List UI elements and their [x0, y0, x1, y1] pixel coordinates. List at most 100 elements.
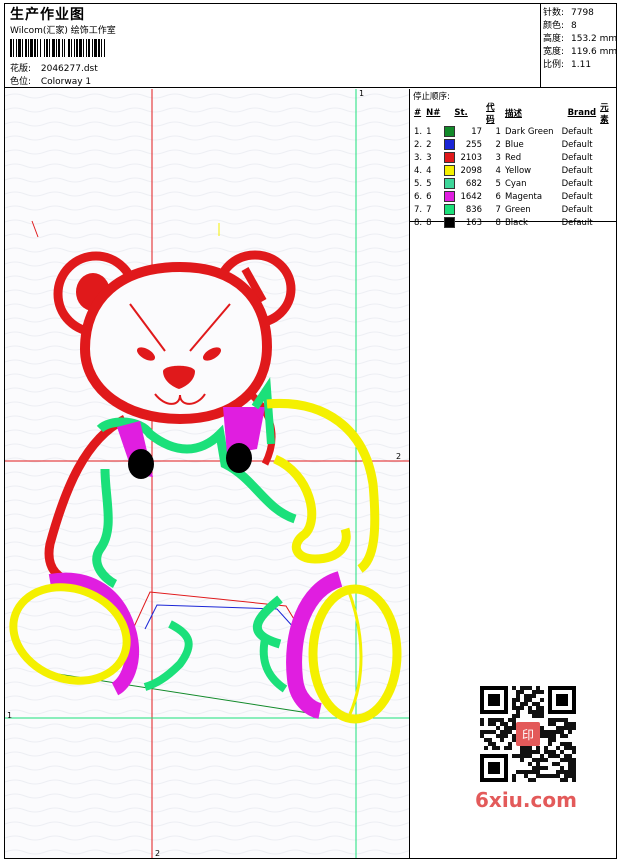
- qr-module: [524, 698, 528, 702]
- qr-module: [540, 706, 544, 710]
- qr-module: [484, 730, 488, 734]
- colorway-row: 色位: Colorway 1: [10, 74, 91, 87]
- barcode-bar: [30, 39, 33, 57]
- qr-module: [512, 706, 516, 710]
- row-index: 3.: [414, 152, 423, 163]
- row-code: 1: [495, 126, 501, 137]
- stat-label: 高度:: [543, 34, 565, 44]
- qr-module: [548, 722, 552, 726]
- qr-module: [496, 718, 500, 722]
- qr-module: [548, 754, 552, 758]
- barcode-bar: [88, 39, 90, 57]
- qr-module: [512, 774, 516, 778]
- qr-module: [512, 698, 516, 702]
- barcode-bar: [34, 39, 36, 57]
- qr-module: [528, 710, 532, 714]
- qr-module: [564, 774, 568, 778]
- qr-code[interactable]: 印: [472, 684, 584, 784]
- qr-module: [536, 758, 540, 762]
- qr-module: [568, 758, 572, 762]
- qr-module: [552, 718, 556, 722]
- qr-module: [536, 770, 540, 774]
- qr-module: [556, 754, 560, 758]
- row-needle: 5: [426, 178, 432, 189]
- barcode-bar: [40, 39, 41, 57]
- fabric-texture: [5, 89, 409, 858]
- qr-module: [552, 750, 556, 754]
- qr-module: [512, 778, 516, 782]
- qr-module: [480, 722, 484, 726]
- qr-module: [524, 750, 528, 754]
- page-title: 生产作业图: [10, 7, 85, 23]
- row-description: Red: [504, 152, 522, 163]
- overall-button-left: [128, 449, 154, 479]
- qr-module: [516, 710, 520, 714]
- stop-sequence-table: # N# St. 代码 描述 Brand 元素 1. 1 17 1 Dark Gree…: [412, 101, 617, 229]
- qr-module: [540, 774, 544, 778]
- qr-module: [488, 730, 492, 734]
- color-swatch: [444, 204, 456, 215]
- qr-module: [516, 770, 520, 774]
- qr-module: [560, 750, 564, 754]
- qr-module: [540, 710, 544, 714]
- qr-module: [548, 774, 552, 778]
- qr-module: [528, 706, 532, 710]
- stat-label: 比例:: [543, 60, 565, 70]
- row-description: Magenta: [504, 191, 543, 202]
- row-element: [598, 177, 617, 190]
- row-element: [598, 203, 617, 216]
- qr-module: [572, 750, 576, 754]
- row-stitches: 1642: [460, 192, 483, 202]
- qr-module: [560, 758, 564, 762]
- row-stitches: 255: [465, 140, 483, 150]
- qr-module: [552, 730, 556, 734]
- qr-module: [536, 686, 540, 690]
- qr-module: [520, 686, 524, 690]
- qr-module: [564, 778, 568, 782]
- stat-value: 153.2 mm: [571, 34, 618, 44]
- color-swatch: [444, 165, 456, 176]
- qr-module: [488, 742, 492, 746]
- row-brand: Default: [561, 178, 593, 189]
- qr-module: [536, 750, 540, 754]
- qr-module: [536, 762, 540, 766]
- row-description: Dark Green: [504, 126, 554, 137]
- barcode-bar: [16, 39, 17, 57]
- table-row: 1. 1 17 1 Dark Green Default: [412, 125, 617, 138]
- barcode-bar: [49, 39, 50, 57]
- qr-module: [524, 702, 528, 706]
- qr-finder: [488, 762, 500, 774]
- qr-module: [536, 710, 540, 714]
- qr-module: [500, 738, 504, 742]
- barcode-bar: [13, 39, 14, 57]
- barcode-bar: [94, 39, 97, 57]
- qr-module: [548, 750, 552, 754]
- barcode-bar: [98, 39, 100, 57]
- col-header: Brand: [567, 108, 597, 118]
- qr-finder: [556, 694, 568, 706]
- row-brand: Default: [561, 191, 593, 202]
- qr-module: [564, 718, 568, 722]
- qr-module: [528, 750, 532, 754]
- qr-module: [540, 690, 544, 694]
- qr-module: [516, 698, 520, 702]
- row-needle: 7: [426, 204, 432, 215]
- guide-label-v-green: 1: [359, 89, 364, 98]
- qr-module: [532, 750, 536, 754]
- col-header: 元素: [600, 103, 609, 125]
- overall-button-right: [226, 443, 252, 473]
- qr-module: [560, 770, 564, 774]
- row-swatch-stitches: 682: [442, 177, 484, 190]
- qr-module: [564, 742, 568, 746]
- row-index: 6.: [414, 191, 423, 202]
- qr-module: [544, 766, 548, 770]
- qr-module: [500, 730, 504, 734]
- qr-module: [560, 730, 564, 734]
- qr-module: [508, 742, 512, 746]
- qr-module: [532, 770, 536, 774]
- design-canvas[interactable]: 1 1 2 2: [5, 89, 409, 858]
- qr-module: [512, 726, 516, 730]
- qr-module: [532, 758, 536, 762]
- qr-module: [480, 730, 484, 734]
- qr-module: [528, 694, 532, 698]
